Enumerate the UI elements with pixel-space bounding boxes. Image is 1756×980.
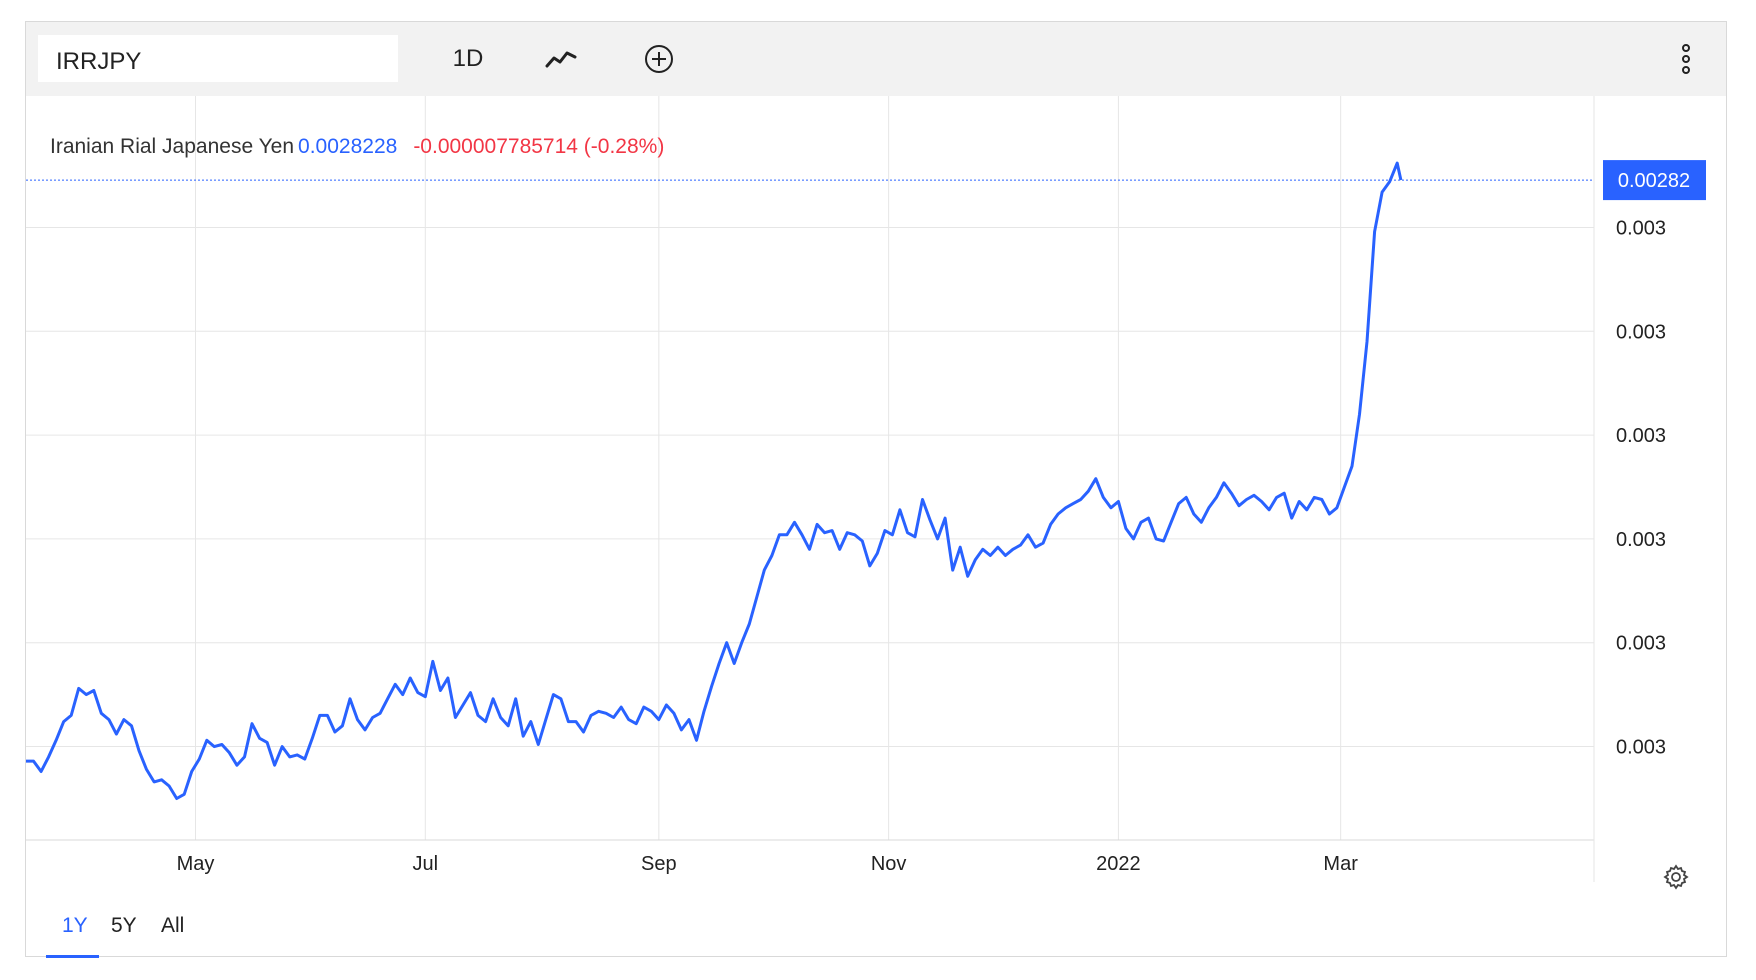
chart-widget: IRRJPY 1D 0.003 0.003 0.003 0.003 0.003 …	[25, 21, 1727, 958]
legend-change: -0.000007785714 (-0.28%)	[413, 135, 665, 158]
x-tick-label: Mar	[1323, 853, 1358, 875]
x-tick-label: Nov	[871, 853, 907, 875]
y-tick-label: 0.003	[1616, 633, 1666, 655]
range-all-button[interactable]: All	[155, 910, 190, 942]
chart-legend: Iranian Rial Japanese Yen 0.0028228 -0.000…	[50, 135, 664, 159]
x-tick-label: 2022	[1096, 853, 1141, 875]
x-tick-label: Jul	[413, 853, 439, 875]
legend-price: 0.0028228	[298, 135, 398, 158]
svg-text:0.00282: 0.00282	[1618, 170, 1690, 192]
x-tick-label: Sep	[641, 853, 677, 875]
gear-icon[interactable]	[1661, 862, 1691, 892]
legend-name: Iranian Rial Japanese Yen	[50, 135, 295, 158]
range-1y-button[interactable]: 1Y	[56, 910, 94, 942]
range-5y-button[interactable]: 5Y	[105, 910, 143, 942]
y-tick-label: 0.003	[1616, 737, 1666, 759]
last-price-tag: 0.00282	[1603, 160, 1706, 201]
range-selector: 1Y 5Y All	[26, 902, 426, 958]
x-tick-label: May	[177, 853, 215, 875]
y-tick-label: 0.003	[1616, 321, 1666, 343]
y-tick-label: 0.003	[1616, 529, 1666, 551]
series-line	[26, 161, 1403, 800]
active-range-underline	[46, 955, 99, 958]
y-tick-label: 0.003	[1616, 425, 1666, 447]
y-tick-label: 0.003	[1616, 217, 1666, 239]
